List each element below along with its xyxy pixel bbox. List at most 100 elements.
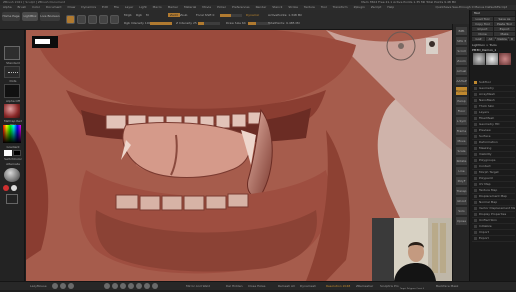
lazymouse-icon[interactable]: [60, 283, 66, 289]
dynamic-toggle[interactable]: Dynamic: [246, 13, 259, 17]
menu-item[interactable]: Zplugin: [354, 5, 365, 9]
lazymouse-icon[interactable]: [52, 283, 58, 289]
transp-button[interactable]: Transp: [456, 187, 467, 195]
palette-item-export[interactable]: Export: [472, 236, 515, 242]
menu-item[interactable]: Material: [184, 5, 196, 9]
tool-thumbnail[interactable]: [499, 53, 511, 65]
floor-button[interactable]: Floor: [456, 107, 467, 115]
persp-button[interactable]: Persp: [456, 97, 467, 105]
menu-item[interactable]: Brush: [18, 5, 27, 9]
menu-item[interactable]: Help: [387, 5, 394, 9]
visible-button[interactable]: Visible: [496, 37, 508, 41]
menu-item[interactable]: Marker: [168, 5, 178, 9]
subtool-icon[interactable]: [136, 283, 142, 289]
menu-item[interactable]: Render: [256, 5, 267, 9]
sculptris-pro-button[interactable]: Sculptris Pro: [380, 283, 399, 289]
menu-item[interactable]: Light: [139, 5, 147, 9]
mirror-weld-button[interactable]: Mirror And Weld: [186, 283, 210, 289]
zremesher-button[interactable]: ZRemesher: [356, 283, 373, 289]
export-button[interactable]: Export: [494, 27, 515, 31]
lazymouse-label[interactable]: LazyMouse: [30, 283, 47, 289]
home-page-button[interactable]: Home Page: [2, 12, 20, 21]
xpose-button[interactable]: Xpose: [456, 217, 467, 225]
target-polygons-count[interactable]: Target Polygons Count 5: [400, 286, 424, 292]
menu-item[interactable]: Preferences: [232, 5, 250, 9]
all-button[interactable]: All: [486, 37, 495, 41]
switch-color-label[interactable]: SwitchColor: [2, 157, 24, 161]
frame-button[interactable]: Frame: [456, 127, 467, 135]
menu-item[interactable]: Layer: [125, 5, 133, 9]
line-fill-button[interactable]: Line Fill: [456, 167, 467, 181]
remesh-all-button[interactable]: Remesh All: [278, 283, 295, 289]
rgb-intensity-slider[interactable]: [150, 22, 172, 25]
draw-size-slider[interactable]: [248, 22, 270, 25]
menu-item[interactable]: Zscript: [371, 5, 381, 9]
aahalf-button[interactable]: AAHalf: [456, 77, 467, 85]
save-as-button[interactable]: Save As: [494, 17, 515, 21]
texture-slot[interactable]: [6, 194, 18, 204]
r-button[interactable]: R: [509, 37, 515, 41]
bpr-button[interactable]: BPR: [456, 27, 467, 35]
alpha-thumbnail[interactable]: [4, 84, 20, 98]
close-holes-button[interactable]: Close Holes: [248, 283, 265, 289]
subtool-icon[interactable]: [144, 283, 150, 289]
solo-button[interactable]: Solo: [456, 207, 467, 215]
menu-item[interactable]: Transform: [333, 5, 348, 9]
resolution-slider[interactable]: Resolution 2048: [326, 283, 350, 289]
matcap-sphere[interactable]: [4, 168, 20, 182]
subtool-icon[interactable]: [112, 283, 118, 289]
make-polymesh-button[interactable]: Make PolyMesh3D: [494, 32, 515, 40]
m-toggle[interactable]: M: [146, 13, 149, 17]
move-mode-button[interactable]: [88, 15, 97, 24]
rgb-toggle[interactable]: Rgb: [136, 13, 142, 17]
mrgb-toggle[interactable]: Mrgb: [124, 13, 132, 17]
copy-tool-button[interactable]: Copy Tool: [472, 22, 493, 26]
menu-item[interactable]: Movie: [202, 5, 211, 9]
menu-item[interactable]: Stencil: [272, 5, 282, 9]
clone-button[interactable]: Clone: [472, 32, 493, 36]
lsym-button[interactable]: L.Sym: [456, 117, 467, 125]
del-hidden-button[interactable]: Del Hidden: [226, 283, 243, 289]
tool-thumbnail[interactable]: [473, 53, 485, 65]
actual-button[interactable]: Actual: [456, 67, 467, 75]
menu-item[interactable]: File: [114, 5, 119, 9]
scale-button[interactable]: Scale: [456, 147, 467, 155]
move-button[interactable]: Move: [456, 137, 467, 145]
tool-thumbnail[interactable]: [486, 53, 498, 65]
menu-item[interactable]: Picker: [217, 5, 226, 9]
menu-item[interactable]: Macro: [153, 5, 162, 9]
subtool-icon[interactable]: [104, 283, 110, 289]
dynamesh-button[interactable]: Dynamesh: [300, 283, 316, 289]
rotate-mode-button[interactable]: [110, 15, 119, 24]
menu-item[interactable]: Texture: [304, 5, 315, 9]
menu-item[interactable]: Dynamics: [81, 5, 96, 9]
paste-tool-button[interactable]: Paste Tool: [494, 22, 515, 26]
tool-palette-header[interactable]: Tool: [472, 11, 515, 16]
load-tool-button[interactable]: Load Tool: [472, 17, 493, 21]
stroke-thumbnail[interactable]: [4, 66, 20, 78]
focal-shift-slider[interactable]: [220, 14, 242, 17]
backface-mask-button[interactable]: Backface Mask: [436, 283, 458, 289]
color-picker[interactable]: [3, 125, 21, 143]
menu-item[interactable]: Document: [46, 5, 62, 9]
menu-item[interactable]: Tool: [321, 5, 327, 9]
menu-item[interactable]: Alpha: [3, 5, 12, 9]
main-color-swatch[interactable]: [4, 150, 12, 156]
import-button[interactable]: Import: [472, 27, 493, 31]
menu-item[interactable]: Color: [32, 5, 40, 9]
z-intensity-slider[interactable]: [198, 22, 220, 25]
subtool-icon[interactable]: [152, 283, 158, 289]
goz-button[interactable]: GoZ: [472, 37, 485, 41]
menu-item[interactable]: Draw: [67, 5, 75, 9]
dynamic-button[interactable]: Dynamic: [456, 87, 469, 95]
live-boolean-button[interactable]: Live Boolean: [40, 12, 60, 21]
zoom-button[interactable]: Zoom: [456, 57, 467, 65]
alternate-label[interactable]: Alternate: [2, 162, 24, 166]
spix-button[interactable]: SPix 3: [456, 37, 467, 45]
subtool-icon[interactable]: [120, 283, 126, 289]
ghost-button[interactable]: Ghost: [456, 197, 467, 205]
draw-mode-button[interactable]: [77, 15, 86, 24]
lightbox-tools-link[interactable]: Lightbox > Tools: [472, 43, 515, 47]
record-dot-icon[interactable]: [3, 185, 9, 191]
secondary-color-swatch[interactable]: [13, 150, 21, 156]
